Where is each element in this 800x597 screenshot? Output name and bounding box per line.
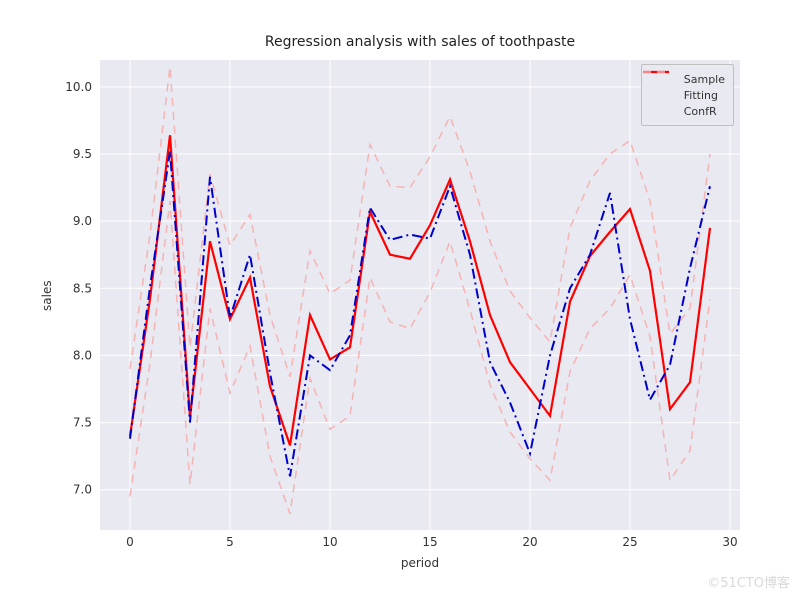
series-fitting <box>130 135 710 445</box>
svg-text:9.5: 9.5 <box>73 147 92 161</box>
svg-text:9.0: 9.0 <box>73 214 92 228</box>
svg-text:8.5: 8.5 <box>73 281 92 295</box>
y-ticks: 7.0 7.5 8.0 8.5 9.0 9.5 10.0 <box>65 80 92 497</box>
grid-lines <box>100 60 740 530</box>
legend-swatch-icon <box>650 104 678 118</box>
legend-label: Fitting <box>684 89 718 102</box>
svg-text:30: 30 <box>722 535 737 549</box>
legend: Sample Fitting ConfR <box>641 64 734 126</box>
legend-label: ConfR <box>684 105 717 118</box>
svg-text:20: 20 <box>522 535 537 549</box>
svg-text:10.0: 10.0 <box>65 80 92 94</box>
svg-text:15: 15 <box>422 535 437 549</box>
figure: { "chart_data": { "type": "line", "title… <box>0 0 800 597</box>
x-ticks: 0 5 10 15 20 25 30 <box>126 535 737 549</box>
series-group <box>130 67 710 514</box>
legend-item-fitting: Fitting <box>650 87 725 103</box>
svg-text:10: 10 <box>322 535 337 549</box>
svg-text:0: 0 <box>126 535 134 549</box>
svg-text:25: 25 <box>622 535 637 549</box>
legend-swatch-icon <box>650 88 678 102</box>
svg-text:5: 5 <box>226 535 234 549</box>
svg-text:8.0: 8.0 <box>73 348 92 362</box>
svg-text:7.0: 7.0 <box>73 483 92 497</box>
legend-label: Sample <box>684 73 725 86</box>
legend-item-confr: ConfR <box>650 103 725 119</box>
watermark: ©51CTO博客 <box>707 572 790 591</box>
svg-text:7.5: 7.5 <box>73 416 92 430</box>
series-confr_lower <box>130 201 710 514</box>
